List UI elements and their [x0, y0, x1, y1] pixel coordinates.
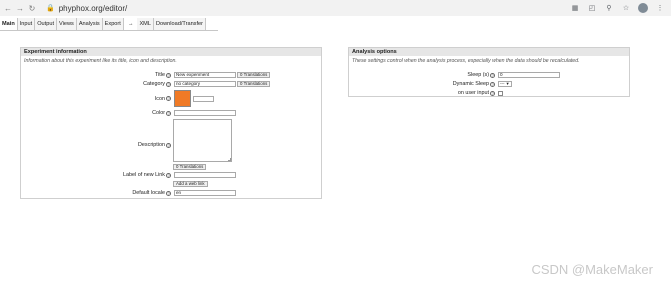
icon-preview[interactable] [174, 90, 191, 107]
locale-label: Default locale [132, 190, 165, 196]
reload-icon[interactable]: ↻ [26, 1, 38, 15]
title-label: Title [155, 72, 165, 78]
panel-title: Experiment information [21, 48, 321, 56]
title-input[interactable]: New experiment [174, 72, 236, 78]
zoom-icon[interactable]: ⚲ [604, 2, 614, 13]
help-icon[interactable]: ? [166, 110, 171, 116]
on-user-input-row: on user input ? [349, 90, 503, 96]
experiment-information-panel: Experiment information Information about… [20, 47, 322, 199]
chevron-down-icon: ▼ [505, 81, 510, 86]
help-icon[interactable]: ? [166, 81, 171, 87]
help-icon[interactable]: ? [490, 72, 495, 78]
profile-avatar-icon[interactable] [638, 3, 648, 13]
locale-input[interactable]: en [174, 190, 236, 196]
panel-title: Analysis options [349, 48, 629, 56]
add-web-link-button[interactable]: Add a web link [173, 181, 208, 187]
help-icon[interactable]: ? [166, 96, 171, 101]
category-label: Category [143, 81, 165, 87]
star-icon[interactable]: ☆ [621, 2, 631, 13]
dynamic-sleep-select[interactable]: --- ▼ [498, 81, 512, 87]
sleep-label: Sleep (s) [467, 72, 489, 78]
tab-output[interactable]: Output [35, 18, 57, 30]
help-icon[interactable]: ? [166, 190, 171, 196]
icon-row: Icon ? [21, 90, 214, 107]
color-row: Color ? [21, 110, 236, 116]
panel-description: Information about this experiment like i… [24, 58, 177, 64]
sleep-input[interactable]: 0 [498, 72, 560, 78]
back-arrow-icon[interactable]: ← [2, 1, 14, 15]
help-icon[interactable]: ? [166, 172, 171, 178]
analysis-options-panel: Analysis options These settings control … [348, 47, 630, 97]
qr-code-icon[interactable]: ▦ [570, 2, 580, 13]
tab-views[interactable]: Views [57, 18, 77, 30]
link-input[interactable] [174, 172, 236, 178]
description-translations-button[interactable]: 0 Translations [173, 164, 207, 170]
tabs-divider [0, 30, 218, 31]
color-label: Color [152, 110, 165, 116]
category-row: Category ? no category 0 Translations [21, 81, 271, 87]
sleep-row: Sleep (s) ? 0 [349, 72, 560, 78]
dynamic-sleep-label: Dynamic Sleep [452, 81, 489, 87]
menu-icon[interactable]: ⋮ [655, 2, 665, 13]
link-row: Label of new Link ? [21, 172, 236, 178]
watermark: CSDN @MakeMaker [531, 262, 653, 277]
title-translations-button[interactable]: 0 Translations [237, 72, 271, 78]
description-label-row: Description ? [21, 142, 171, 148]
color-input[interactable] [174, 110, 236, 116]
editor-tabs: Main Input Output Views Analysis Export … [0, 18, 207, 30]
tab-arrow: → [123, 18, 138, 30]
forward-arrow-icon[interactable]: → [14, 1, 26, 15]
dynamic-sleep-row: Dynamic Sleep ? --- ▼ [349, 81, 512, 87]
help-icon[interactable]: ? [166, 72, 171, 78]
category-translations-button[interactable]: 0 Translations [237, 81, 271, 87]
link-label: Label of new Link [123, 172, 165, 178]
browser-toolbar: ← → ↻ 🔒 phyphox.org/editor/ ▦ ◰ ⚲ ☆ ⋮ [0, 0, 671, 16]
help-icon[interactable]: ? [490, 90, 495, 96]
icon-input[interactable] [193, 95, 214, 102]
help-icon[interactable]: ? [166, 142, 171, 148]
tab-input[interactable]: Input [17, 18, 36, 30]
on-user-input-checkbox[interactable] [498, 90, 503, 96]
translate-icon[interactable]: ◰ [587, 2, 597, 13]
address-bar[interactable]: phyphox.org/editor/ [59, 4, 128, 13]
icon-label: Icon [154, 95, 165, 102]
on-user-input-label: on user input [457, 90, 489, 96]
panel-description: These settings control when the analysis… [352, 58, 580, 64]
resize-handle[interactable] [228, 158, 231, 161]
description-textarea[interactable] [173, 119, 232, 162]
dynamic-sleep-value: --- [500, 81, 505, 86]
tab-main[interactable]: Main [0, 18, 18, 30]
tab-xml[interactable]: XML [137, 18, 154, 30]
locale-row: Default locale ? en [21, 190, 236, 196]
category-input[interactable]: no category [174, 81, 236, 87]
help-icon[interactable]: ? [490, 81, 495, 87]
lock-icon: 🔒 [46, 5, 55, 12]
tab-export[interactable]: Export [102, 18, 124, 30]
tab-download-transfer[interactable]: Download/Transfer [153, 18, 207, 30]
title-row: Title ? New experiment 0 Translations [21, 72, 271, 78]
description-label: Description [138, 142, 165, 148]
tab-analysis[interactable]: Analysis [76, 18, 103, 30]
